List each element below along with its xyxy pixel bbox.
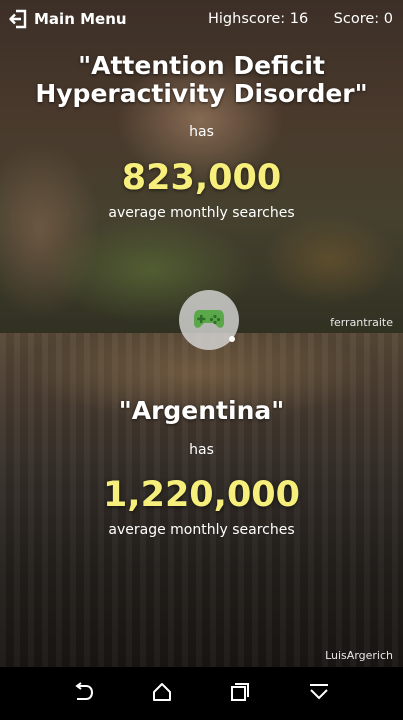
top-bar: Main Menu Highscore: 16 Score: 0 — [0, 0, 403, 38]
back-button[interactable] — [70, 681, 96, 707]
bottom-term-panel[interactable]: "Argentina" has 1,220,000 average monthl… — [0, 333, 403, 667]
gamepad-badge — [179, 290, 239, 350]
top-term-panel[interactable]: "Attention Deficit Hyperactivity Disorde… — [0, 0, 403, 333]
bottom-search-volume: 1,220,000 — [102, 475, 301, 515]
score-label: Score: 0 — [333, 11, 393, 27]
recents-button[interactable] — [227, 681, 253, 707]
main-menu-label: Main Menu — [34, 10, 127, 28]
home-button[interactable] — [149, 681, 175, 707]
back-icon — [72, 682, 94, 706]
system-nav-bar — [0, 667, 403, 720]
highscore-label: Highscore: 16 — [208, 11, 309, 27]
indicator-dot — [229, 336, 235, 342]
home-icon — [152, 682, 172, 706]
bottom-has-label: has — [189, 442, 214, 458]
top-photo-credit: ferrantraite — [330, 316, 393, 329]
top-search-volume: 823,000 — [121, 158, 282, 198]
bottom-term-title: "Argentina" — [118, 396, 285, 425]
exit-icon — [8, 9, 28, 29]
collapse-button[interactable] — [306, 681, 332, 707]
top-term-title: "Attention Deficit Hyperactivity Disorde… — [35, 51, 368, 108]
top-volume-unit: average monthly searches — [108, 205, 295, 221]
collapse-icon — [308, 682, 330, 706]
recents-icon — [230, 682, 250, 706]
gamepad-icon — [193, 306, 225, 334]
top-has-label: has — [189, 124, 214, 140]
main-menu-button[interactable]: Main Menu — [8, 9, 127, 29]
bottom-volume-unit: average monthly searches — [108, 522, 295, 538]
bottom-photo-credit: LuisArgerich — [325, 649, 393, 662]
